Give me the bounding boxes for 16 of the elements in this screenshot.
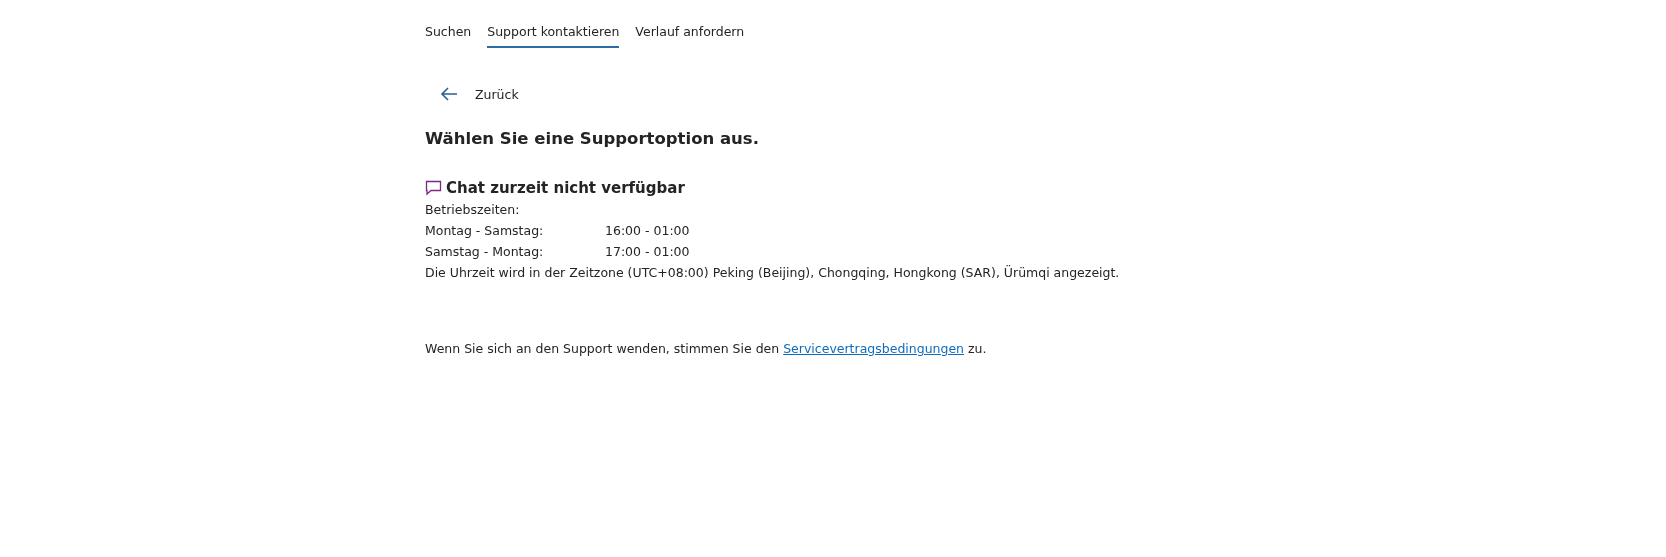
- tab[interactable]: Support kontaktieren: [487, 20, 620, 48]
- terms-sentence: Wenn Sie sich an den Support wenden, stimmen Sie den Servicevertragsbedingungen zu.: [425, 341, 988, 356]
- terms-link[interactable]: Servicevertragsbedingungen: [783, 341, 965, 356]
- timezone-note: Die Uhrzeit wird in der Zeitzone (UTC+08:00) Peking (Beijing), Chongqing, Hongkong (SAR), Ürümqi angezeigt.: [425, 264, 1121, 281]
- time-range: 17:00 - 01:00: [605, 243, 690, 260]
- page-heading: Wählen Sie eine Supportoption aus.: [425, 129, 760, 148]
- hours-label: Betriebszeiten:: [425, 201, 521, 218]
- tab[interactable]: Verlauf anfordern: [635, 20, 745, 48]
- back-button[interactable]: Zurück: [439, 86, 519, 102]
- back-arrow-icon: [439, 86, 459, 102]
- chat-status-title: Chat zurzeit nicht verfügbar: [446, 179, 685, 197]
- days-label: Samstag - Montag:: [425, 243, 544, 260]
- chat-bubble-icon: [425, 180, 442, 196]
- days-label: Montag - Samstag:: [425, 222, 544, 239]
- tab[interactable]: Suchen: [425, 20, 472, 48]
- time-range: 16:00 - 01:00: [605, 222, 690, 239]
